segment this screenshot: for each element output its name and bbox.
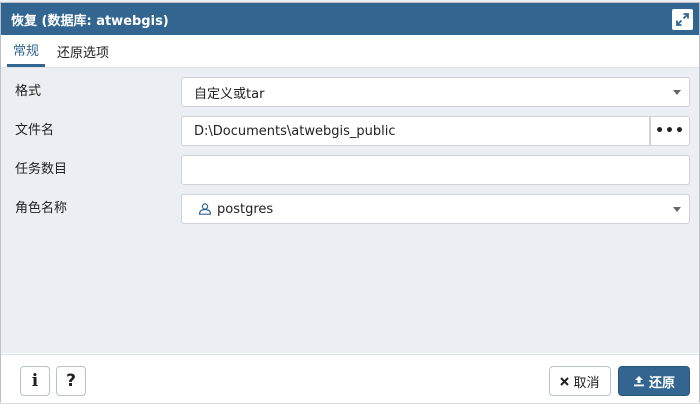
user-icon [198, 203, 212, 215]
ellipsis-icon: ••• [655, 123, 685, 139]
info-icon: i [31, 371, 39, 391]
restore-button[interactable]: 还原 [618, 366, 690, 396]
tab-general[interactable]: 常规 [7, 35, 46, 67]
info-button[interactable]: i [20, 366, 50, 396]
chevron-down-icon [673, 90, 681, 95]
role-select[interactable]: postgres [181, 194, 690, 224]
dialog-title: 恢复 (数据库: atwebgis) [11, 13, 169, 29]
jobs-label: 任务数目 [15, 162, 68, 177]
role-value: postgres [217, 201, 274, 217]
format-row: 格式 自定义或tar [1, 76, 699, 108]
tab-bar: 常规 还原选项 [1, 35, 699, 68]
upload-icon [633, 376, 644, 387]
maximize-button[interactable] [672, 9, 693, 30]
cancel-label: 取消 [573, 375, 600, 391]
jobs-row: 任务数目 [1, 154, 699, 186]
chevron-down-icon [673, 207, 681, 212]
restore-label: 还原 [648, 375, 675, 391]
filename-label: 文件名 [15, 123, 55, 138]
tab-restore-options[interactable]: 还原选项 [51, 35, 115, 67]
dialog-titlebar[interactable]: 恢复 (数据库: atwebgis) [1, 3, 699, 35]
dialog-footer: i ? 取消 还原 [1, 354, 699, 403]
format-select[interactable]: 自定义或tar [181, 77, 690, 107]
filename-row: 文件名 D:\Documents\atwebgis_public ••• [1, 115, 699, 147]
browse-button[interactable]: ••• [650, 116, 690, 146]
filename-value: D:\Documents\atwebgis_public [194, 123, 396, 139]
role-row: 角色名称 postgres [1, 193, 699, 225]
help-button[interactable]: ? [56, 366, 86, 396]
close-icon [560, 376, 570, 386]
filename-input[interactable]: D:\Documents\atwebgis_public [181, 116, 650, 146]
jobs-input[interactable] [181, 155, 690, 185]
format-label: 格式 [15, 84, 42, 99]
format-value: 自定义或tar [194, 86, 265, 102]
restore-dialog: 恢复 (数据库: atwebgis) 常规 还原选项 格式 自定义或tar 文件… [0, 2, 700, 403]
help-icon: ? [66, 371, 76, 391]
maximize-icon [676, 13, 689, 26]
dialog-body: 格式 自定义或tar 文件名 D:\Documents\atwebgis_pub… [1, 68, 699, 353]
role-label: 角色名称 [15, 201, 68, 216]
cancel-button[interactable]: 取消 [549, 366, 611, 396]
